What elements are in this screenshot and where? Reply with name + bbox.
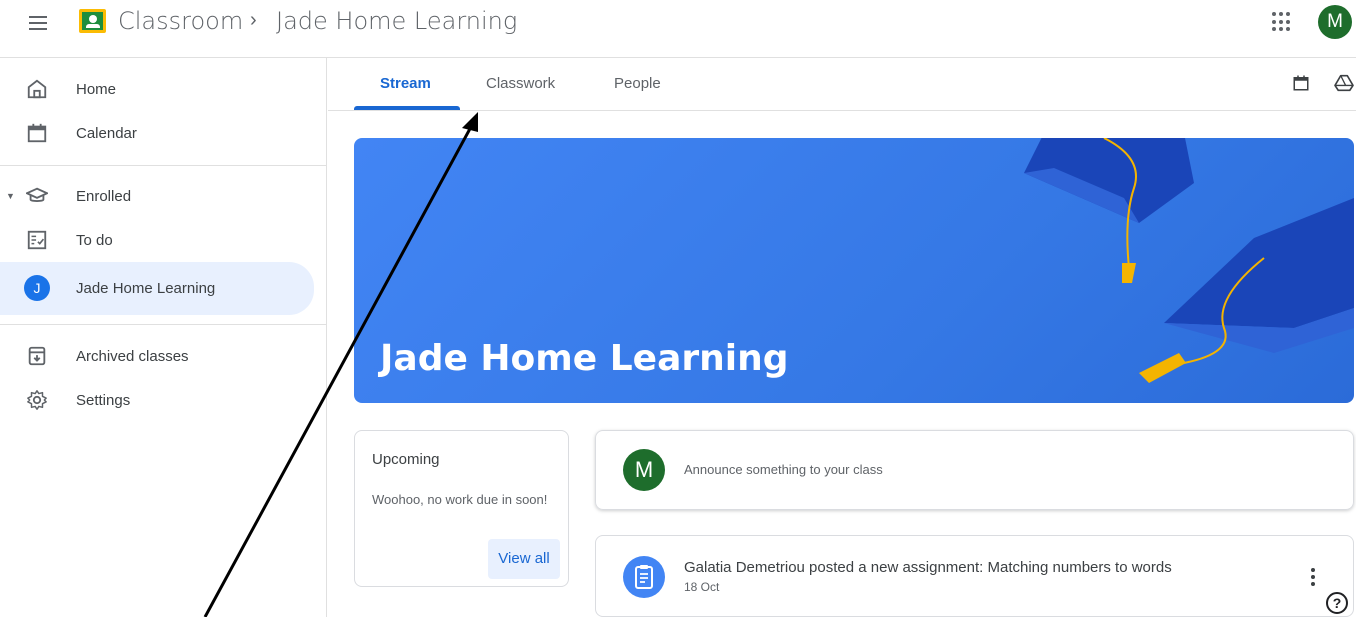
sidebar-item-label: To do — [76, 231, 113, 249]
class-tabs: Stream Classwork People — [328, 58, 1356, 111]
tab-people[interactable]: People — [614, 75, 661, 92]
google-apps-icon[interactable] — [1272, 12, 1292, 32]
calendar-icon — [27, 123, 47, 143]
more-options-icon[interactable] — [1310, 568, 1316, 588]
home-icon — [27, 79, 47, 99]
sidebar-item-label: Archived classes — [76, 347, 189, 365]
announce-placeholder[interactable]: Announce something to your class — [684, 462, 883, 477]
sidebar-item-label: Home — [76, 80, 117, 98]
sidebar: Home Calendar ▼ Enrolled To do J Jade Ho… — [0, 58, 327, 617]
gear-icon — [27, 390, 47, 410]
sidebar-divider — [0, 165, 327, 166]
announce-box[interactable]: M Announce something to your class — [595, 430, 1354, 510]
class-avatar: J — [24, 275, 50, 301]
app-title[interactable]: Classroom — [118, 7, 243, 35]
sidebar-item-label: Enrolled — [76, 187, 132, 205]
active-tab-indicator — [354, 106, 460, 110]
google-drive-icon[interactable] — [1334, 74, 1354, 92]
top-app-bar: Classroom › Jade Home Learning M — [0, 0, 1356, 58]
tab-classwork[interactable]: Classwork — [486, 75, 555, 92]
todo-checklist-icon — [27, 230, 47, 250]
sidebar-item-archived-classes[interactable]: Archived classes — [0, 331, 314, 381]
view-all-button[interactable]: View all — [488, 539, 560, 579]
expand-caret-icon[interactable]: ▼ — [6, 191, 15, 201]
breadcrumb-class-name[interactable]: Jade Home Learning — [276, 7, 517, 35]
stream-post[interactable]: Galatia Demetriou posted a new assignmen… — [595, 535, 1354, 617]
sidebar-item-home[interactable]: Home — [0, 64, 314, 114]
sidebar-item-label: Settings — [76, 391, 131, 409]
help-icon[interactable]: ? — [1326, 592, 1348, 614]
sidebar-item-todo[interactable]: To do — [0, 215, 314, 265]
upcoming-message: Woohoo, no work due in soon! — [372, 492, 548, 507]
banner-class-title[interactable]: Jade Home Learning — [380, 338, 789, 379]
sidebar-item-label: Calendar — [76, 124, 137, 142]
hamburger-menu-icon[interactable] — [27, 13, 49, 35]
graduation-cap-icon — [26, 187, 48, 202]
assignment-icon — [623, 556, 665, 598]
sidebar-divider — [0, 324, 327, 325]
sidebar-item-label: Jade Home Learning — [76, 280, 216, 297]
tab-stream[interactable]: Stream — [380, 75, 431, 92]
classroom-logo[interactable] — [79, 9, 106, 33]
post-date: 18 Oct — [684, 580, 720, 594]
sidebar-item-calendar[interactable]: Calendar — [0, 108, 314, 158]
sidebar-item-settings[interactable]: Settings — [0, 375, 314, 425]
sidebar-item-enrolled[interactable]: ▼ Enrolled — [0, 171, 314, 221]
archive-icon — [28, 346, 46, 366]
account-avatar[interactable]: M — [1318, 5, 1352, 39]
breadcrumb-separator: › — [250, 9, 257, 31]
calendar-icon[interactable] — [1292, 74, 1310, 92]
upcoming-title: Upcoming — [372, 451, 440, 468]
class-banner: Jade Home Learning — [354, 138, 1354, 403]
sidebar-item-jade-home-learning[interactable]: J Jade Home Learning — [0, 262, 314, 315]
post-title[interactable]: Galatia Demetriou posted a new assignmen… — [684, 559, 1172, 576]
upcoming-card: Upcoming Woohoo, no work due in soon! Vi… — [354, 430, 569, 587]
avatar: M — [623, 449, 665, 491]
